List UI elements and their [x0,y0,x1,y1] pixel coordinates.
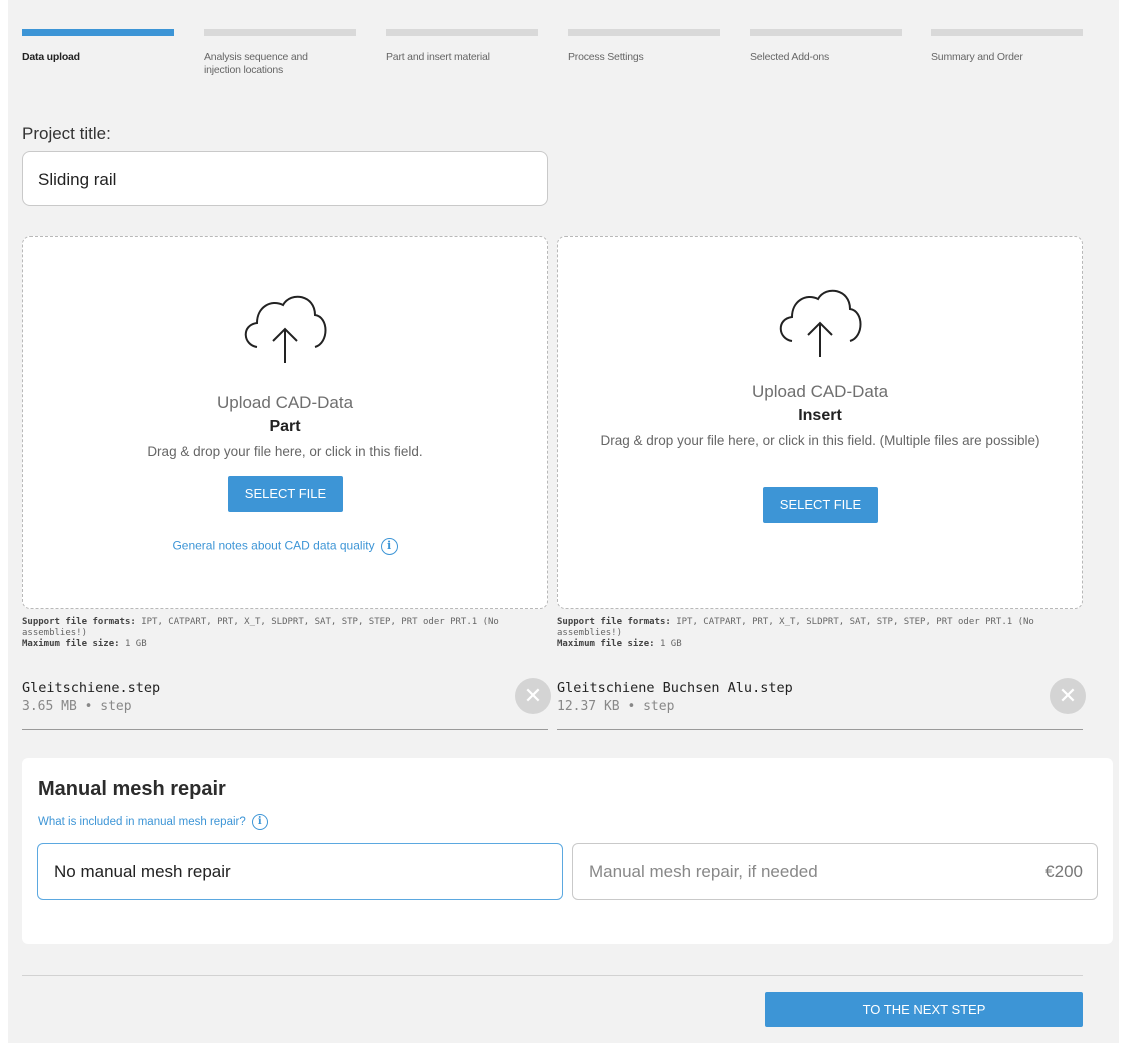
step-data-upload[interactable]: Data upload [22,29,174,64]
option-price: €200 [1045,862,1083,881]
option-no-mesh-repair[interactable]: No manual mesh repair [37,843,563,900]
formats-label: Support file formats: [557,617,671,627]
part-dropzone[interactable]: Upload CAD-Data Part Drag & drop your fi… [22,236,548,609]
file-meta: 3.65 MB • step [22,699,132,714]
step-label: Selected Add-ons [750,51,830,63]
file-name: Gleitschiene Buchsen Alu.step [557,680,793,696]
info-icon[interactable]: i [251,814,268,830]
insert-file-item: Gleitschiene Buchsen Alu.step 12.37 KB •… [557,678,1086,730]
step-label: Data upload [22,51,80,63]
close-icon[interactable]: ✕ [524,683,542,708]
step-progress-bar [204,29,356,36]
select-insert-file-button[interactable]: SELECT FILE [763,487,878,523]
max-size-label: Maximum file size: [22,639,120,649]
select-part-file-button[interactable]: SELECT FILE [228,476,343,512]
file-name: Gleitschiene.step [22,680,161,696]
step-summary-order[interactable]: Summary and Order [931,29,1083,64]
upload-title: Upload CAD-Data [751,382,889,401]
formats-label: Support file formats: [22,617,136,627]
step-progress-bar [750,29,902,36]
step-label: Summary and Order [931,51,1023,63]
mesh-repair-title: Manual mesh repair [38,778,226,800]
option-mesh-repair-if-needed[interactable]: Manual mesh repair, if needed €200 [572,843,1098,900]
max-size-label: Maximum file size: [557,639,655,649]
step-process-settings[interactable]: Process Settings [568,29,720,64]
info-icon[interactable]: i [380,538,398,555]
next-step-button[interactable]: TO THE NEXT STEP [765,992,1083,1027]
cad-quality-link-text[interactable]: General notes about CAD data quality [172,539,374,553]
file-meta: 12.37 KB • step [557,699,675,714]
upload-hint: Drag & drop your file here, or click in … [147,444,423,459]
insert-dropzone[interactable]: Upload CAD-Data Insert Drag & drop your … [557,236,1083,609]
max-size-value: 1 GB [124,639,147,649]
step-analysis-sequence[interactable]: Analysis sequence and injection location… [204,29,356,77]
remove-file-button[interactable]: ✕ [515,678,551,714]
insert-formats-note: Support file formats: IPT, CATPART, PRT,… [557,617,1087,650]
step-progress-bar [22,29,174,36]
option-label: Manual mesh repair, if needed [589,862,818,881]
mesh-repair-info-link[interactable]: What is included in manual mesh repair? i [38,814,268,830]
step-part-insert-material[interactable]: Part and insert material [386,29,538,64]
upload-subtitle: Insert [798,407,842,424]
part-file-item: Gleitschiene.step 3.65 MB • step ✕ [22,678,551,730]
step-label: Part and insert material [386,51,490,63]
max-size-value: 1 GB [659,639,682,649]
remove-file-button[interactable]: ✕ [1050,678,1086,714]
upload-title: Upload CAD-Data [216,393,354,412]
close-icon[interactable]: ✕ [1059,683,1077,708]
project-title-label: Project title: [22,124,111,143]
part-formats-note: Support file formats: IPT, CATPART, PRT,… [22,617,552,650]
step-progress-bar [386,29,538,36]
cad-quality-link[interactable]: General notes about CAD data quality i [23,538,547,555]
step-selected-addons[interactable]: Selected Add-ons [750,29,902,64]
cloud-upload-icon [779,289,862,357]
mesh-repair-card: Manual mesh repair What is included in m… [22,758,1113,944]
footer-divider [22,975,1083,976]
step-label: Process Settings [568,51,644,63]
step-progress-bar [931,29,1083,36]
mesh-repair-link-text[interactable]: What is included in manual mesh repair? [38,816,246,828]
step-progress-bar [568,29,720,36]
upload-subtitle: Part [269,418,301,435]
step-label: Analysis sequence and injection location… [204,51,308,76]
cloud-upload-icon [244,295,327,363]
upload-hint: Drag & drop your file here, or click in … [600,433,1040,448]
project-title-input[interactable]: Sliding rail [22,151,548,206]
